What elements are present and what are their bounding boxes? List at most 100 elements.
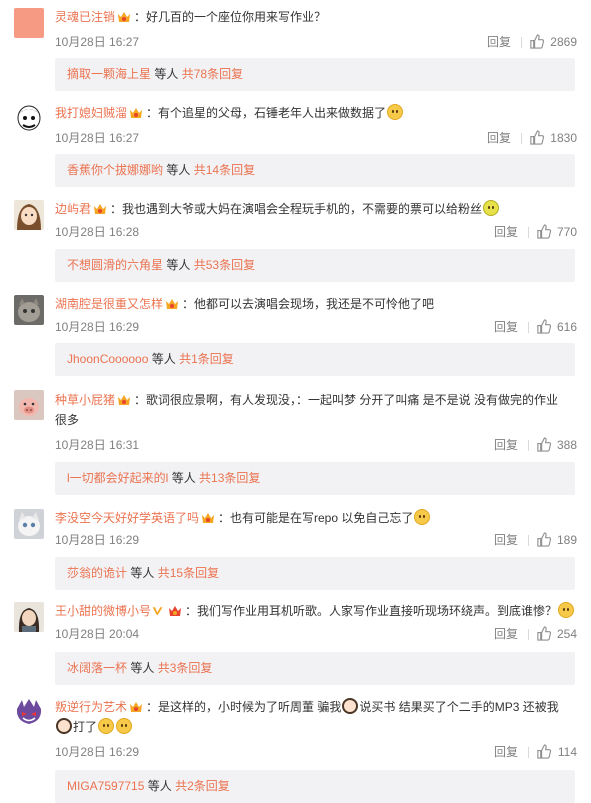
reply-button[interactable]: 回复	[494, 437, 518, 453]
avatar[interactable]	[14, 200, 44, 230]
sub-reply-user[interactable]: 莎翁的诡计	[67, 566, 127, 580]
sub-reply-others: 等人	[130, 566, 155, 580]
sub-replies-link[interactable]: 香蕉你个拔娜娜哟 等人 共14条回复	[55, 154, 575, 187]
username-link[interactable]: 边屿君	[55, 202, 91, 216]
like-count[interactable]: 770	[557, 224, 577, 240]
sub-reply-count[interactable]: 共1条回复	[179, 352, 234, 366]
comment-body: ：好几百的一个座位你用来写作业？	[134, 10, 327, 24]
reply-button[interactable]: 回复	[487, 34, 511, 50]
laughing-emoji-icon	[414, 509, 431, 525]
reply-button[interactable]: 回复	[494, 532, 518, 548]
avatar[interactable]	[14, 390, 44, 420]
reply-button[interactable]: 回复	[494, 224, 518, 240]
like-count[interactable]: 388	[557, 437, 577, 453]
comment-text: 我打媳妇贼溜 ：有个追星的父母，石锤老年人出来做数据了	[55, 104, 577, 122]
sub-reply-user[interactable]: JhoonCoooooo	[67, 352, 148, 366]
like-count[interactable]: 189	[557, 532, 577, 548]
avatar[interactable]	[14, 295, 44, 325]
sub-replies-link[interactable]: 摘取一颗海上星 等人 共78条回复	[55, 58, 575, 91]
sub-replies-link[interactable]: 不想圆滑的六角星 等人 共53条回复	[55, 249, 575, 282]
sub-reply-count[interactable]: 共2条回复	[175, 779, 230, 793]
vip-badge-icon	[118, 12, 131, 22]
comment-body: ：我们写作业用耳机听歌。人家写作业直接听现场环绕声。到底谁惨？	[185, 604, 558, 618]
username-link[interactable]: 灵魂已注销	[55, 10, 115, 24]
avatar[interactable]	[14, 602, 44, 632]
thumbs-up-icon[interactable]	[529, 130, 544, 145]
thumbs-up-icon[interactable]	[536, 437, 551, 452]
sub-reply-user[interactable]: 香蕉你个拔娜娜哟	[67, 163, 163, 177]
sub-reply-count[interactable]: 共53条回复	[194, 258, 255, 272]
like-count[interactable]: 114	[558, 744, 577, 760]
comment-meta: 10月28日 20:04 回复 254	[55, 626, 577, 642]
sub-replies-link[interactable]: 莎翁的诡计 等人 共15条回复	[55, 557, 575, 590]
comment-meta: 10月28日 16:27 回复 2869	[55, 34, 577, 50]
sub-reply-count[interactable]: 共13条回复	[199, 471, 260, 485]
comment-text: 种草小屁猪 ：歌词很应景啊，有人发现没，：一起叫梦 分开了叫痛 是不是说 没有做完…	[55, 390, 577, 430]
divider	[528, 440, 529, 451]
comment-body-continued: 打了	[73, 720, 98, 734]
sub-replies-link[interactable]: MIGA7597715 等人 共2条回复	[55, 770, 575, 803]
like-count[interactable]: 2869	[550, 34, 577, 50]
thumbs-up-icon[interactable]	[536, 532, 551, 547]
avatar[interactable]	[14, 509, 44, 539]
sub-replies-link[interactable]: 冰阔落一杯 等人 共3条回复	[55, 652, 575, 685]
sub-reply-count[interactable]: 共3条回复	[158, 661, 213, 675]
sub-reply-user[interactable]: 冰阔落一杯	[67, 661, 127, 675]
username-link[interactable]: 王小甜的微博小号	[55, 604, 151, 618]
avatar[interactable]	[14, 697, 44, 727]
vip-badge-icon	[130, 108, 143, 118]
divider	[528, 227, 529, 238]
avatar[interactable]	[14, 8, 44, 38]
sub-reply-others: 等人	[166, 163, 191, 177]
like-count[interactable]: 254	[557, 626, 577, 642]
timestamp: 10月28日 16:28	[55, 225, 140, 239]
reply-button[interactable]: 回复	[494, 319, 518, 335]
reply-button[interactable]: 回复	[494, 626, 518, 642]
thumbs-up-icon[interactable]	[529, 34, 544, 49]
comment-text: 湖南腔是很重又怎样 ：他都可以去演唱会现场，我还是不可怜他了吧	[55, 295, 577, 313]
sub-reply-user[interactable]: l一切都会好起来的l	[67, 471, 168, 485]
timestamp: 10月28日 16:27	[55, 131, 140, 145]
thumbs-up-icon[interactable]	[536, 319, 551, 334]
thumbs-up-icon[interactable]	[536, 626, 551, 641]
comment-meta: 10月28日 16:29 回复 616	[55, 319, 577, 335]
sub-reply-others: 等人	[171, 471, 196, 485]
crying-emoji-icon	[116, 718, 133, 734]
sub-reply-count[interactable]: 共15条回复	[158, 566, 219, 580]
like-count[interactable]: 1830	[550, 130, 577, 146]
sub-reply-user[interactable]: 摘取一颗海上星	[67, 67, 151, 81]
sub-reply-user[interactable]: 不想圆滑的六角星	[67, 258, 163, 272]
comment-body: ：也有可能是在写repo 以免自己忘了	[218, 511, 414, 525]
username-link[interactable]: 李没空今天好好学英语了吗	[55, 511, 199, 525]
comment-meta: 10月28日 16:28 回复 770	[55, 224, 577, 240]
girl-emoji-icon	[56, 718, 72, 734]
avatar[interactable]	[14, 104, 44, 134]
divider	[528, 535, 529, 546]
thumbs-up-icon[interactable]	[536, 224, 551, 239]
comment-body: ：歌词很应景啊，有人发现没，：一起叫梦 分开了叫痛 是不是说 没有做完的作业	[134, 393, 559, 407]
sub-reply-count[interactable]: 共14条回复	[194, 163, 255, 177]
username-link[interactable]: 叛逆行为艺术	[55, 700, 127, 714]
thumbs-up-icon[interactable]	[536, 744, 551, 759]
timestamp: 10月28日 16:31	[55, 438, 140, 452]
username-link[interactable]: 湖南腔是很重又怎样	[55, 297, 163, 311]
sub-replies-link[interactable]: JhoonCoooooo 等人 共1条回复	[55, 343, 575, 376]
username-link[interactable]: 种草小屁猪	[55, 393, 115, 407]
sub-reply-user[interactable]: MIGA7597715	[67, 779, 144, 793]
timestamp: 10月28日 16:29	[55, 745, 140, 759]
comment-body-middle: 说买书 结果买了个二手的MP3 还被我	[359, 700, 559, 714]
sub-reply-others: 等人	[147, 779, 172, 793]
sub-reply-count[interactable]: 共78条回复	[182, 67, 243, 81]
timestamp: 10月28日 16:29	[55, 533, 140, 547]
verified-v-icon	[152, 607, 163, 615]
vip-badge-icon	[94, 204, 107, 214]
username-link[interactable]: 我打媳妇贼溜	[55, 106, 127, 120]
comment-body: ：是这样的，小时候为了听周董 骗我	[146, 700, 342, 714]
like-count[interactable]: 616	[557, 319, 577, 335]
timestamp: 10月28日 20:04	[55, 627, 140, 641]
sub-replies-link[interactable]: l一切都会好起来的l 等人 共13条回复	[55, 462, 575, 495]
reply-button[interactable]: 回复	[487, 130, 511, 146]
vip-badge-icon	[169, 606, 182, 616]
reply-button[interactable]: 回复	[494, 744, 518, 760]
sub-reply-others: 等人	[166, 258, 191, 272]
